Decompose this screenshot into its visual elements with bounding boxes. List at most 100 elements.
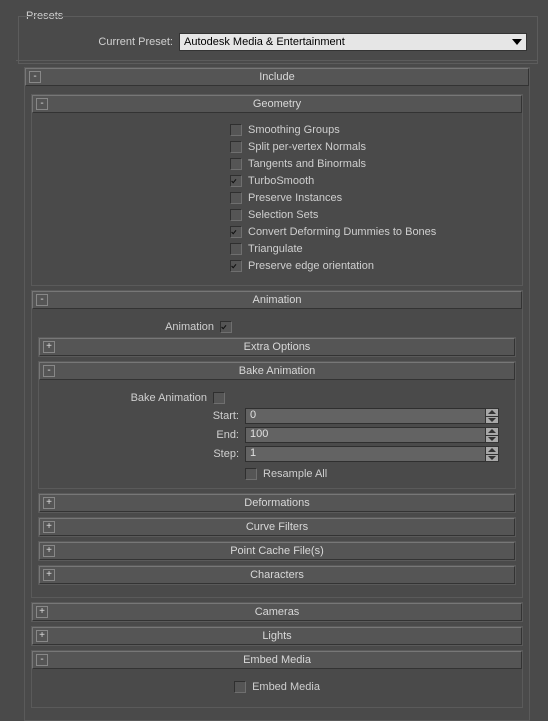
rollout-title-embed-media: Embed Media	[33, 654, 521, 666]
checkbox-icon	[245, 468, 257, 480]
option-label: Preserve edge orientation	[248, 260, 374, 272]
bake-end-field[interactable]: 100	[245, 427, 499, 443]
bake-start-field[interactable]: 0	[245, 408, 499, 424]
rollout-characters: + Characters	[38, 565, 516, 585]
spinner-up-icon[interactable]	[485, 427, 499, 436]
expand-toggle-geometry[interactable]: -	[36, 98, 48, 110]
rollout-title-lights: Lights	[33, 630, 521, 642]
bake-end-label: End:	[45, 429, 245, 441]
expand-toggle-point-cache[interactable]: +	[43, 545, 55, 557]
rollout-header-lights[interactable]: + Lights	[32, 627, 522, 645]
expand-toggle-include[interactable]: -	[29, 71, 41, 83]
rollout-header-cameras[interactable]: + Cameras	[32, 603, 522, 621]
main-panel: - Include - Geometry Smoothing Groups S	[16, 60, 538, 710]
option-smoothing-groups[interactable]: Smoothing Groups	[38, 124, 516, 136]
rollout-header-characters[interactable]: + Characters	[39, 566, 515, 584]
rollout-animation: - Animation Animation + Extra Options	[31, 290, 523, 598]
rollout-cameras: + Cameras	[31, 602, 523, 622]
expand-toggle-embed-media[interactable]: -	[36, 654, 48, 666]
checkbox-icon	[220, 321, 232, 333]
spinner-up-icon[interactable]	[485, 408, 499, 417]
rollout-curve-filters: + Curve Filters	[38, 517, 516, 537]
expand-toggle-bake-animation[interactable]: -	[43, 365, 55, 377]
rollout-include: - Include - Geometry Smoothing Groups S	[24, 67, 530, 721]
option-convert-deforming-dummies[interactable]: Convert Deforming Dummies to Bones	[38, 226, 516, 238]
rollout-title-geometry: Geometry	[33, 98, 521, 110]
option-split-per-vertex-normals[interactable]: Split per-vertex Normals	[38, 141, 516, 153]
expand-toggle-characters[interactable]: +	[43, 569, 55, 581]
option-label: Selection Sets	[248, 209, 318, 221]
bake-end-input[interactable]: 100	[245, 427, 485, 443]
checkbox-icon	[230, 158, 242, 170]
rollout-lights: + Lights	[31, 626, 523, 646]
rollout-title-animation: Animation	[33, 294, 521, 306]
checkbox-icon	[230, 124, 242, 136]
dropdown-caret-icon	[510, 36, 524, 48]
rollout-header-include[interactable]: - Include	[25, 68, 529, 86]
rollout-header-bake-animation[interactable]: - Bake Animation	[39, 362, 515, 380]
expand-toggle-extra-options[interactable]: +	[43, 341, 55, 353]
rollout-bake-animation: - Bake Animation Bake Animation Start:	[38, 361, 516, 489]
option-resample-all[interactable]: Resample All	[45, 468, 509, 480]
rollout-embed-media: - Embed Media Embed Media	[31, 650, 523, 708]
checkbox-icon	[230, 243, 242, 255]
bake-start-input[interactable]: 0	[245, 408, 485, 424]
option-turbosmooth[interactable]: TurboSmooth	[38, 175, 516, 187]
rollout-title-cameras: Cameras	[33, 606, 521, 618]
rollout-extra-options: + Extra Options	[38, 337, 516, 357]
rollout-header-animation[interactable]: - Animation	[32, 291, 522, 309]
checkbox-icon	[230, 175, 242, 187]
checkbox-icon	[230, 260, 242, 272]
rollout-header-deformations[interactable]: + Deformations	[39, 494, 515, 512]
spinner-down-icon[interactable]	[485, 436, 499, 444]
presets-group: Current Preset: Autodesk Media & Enterta…	[18, 16, 538, 64]
option-label: TurboSmooth	[248, 175, 314, 187]
option-preserve-edge-orientation[interactable]: Preserve edge orientation	[38, 260, 516, 272]
current-preset-dropdown[interactable]: Autodesk Media & Entertainment	[179, 33, 527, 51]
option-preserve-instances[interactable]: Preserve Instances	[38, 192, 516, 204]
expand-toggle-lights[interactable]: +	[36, 630, 48, 642]
rollout-point-cache: + Point Cache File(s)	[38, 541, 516, 561]
checkbox-icon	[230, 226, 242, 238]
animation-enable-label: Animation	[165, 321, 220, 333]
expand-toggle-animation[interactable]: -	[36, 294, 48, 306]
bake-step-row: Step: 1	[45, 446, 509, 462]
rollout-title-point-cache: Point Cache File(s)	[40, 545, 514, 557]
checkbox-icon	[230, 141, 242, 153]
checkbox-icon	[230, 209, 242, 221]
bake-start-label: Start:	[45, 410, 245, 422]
embed-media-label: Embed Media	[252, 681, 320, 693]
option-triangulate[interactable]: Triangulate	[38, 243, 516, 255]
option-label: Tangents and Binormals	[248, 158, 366, 170]
spinner-down-icon[interactable]	[485, 417, 499, 425]
current-preset-label: Current Preset:	[29, 36, 179, 48]
bake-step-label: Step:	[45, 448, 245, 460]
expand-toggle-cameras[interactable]: +	[36, 606, 48, 618]
rollout-geometry: - Geometry Smoothing Groups Split per-ve…	[31, 94, 523, 286]
option-label: Split per-vertex Normals	[248, 141, 366, 153]
option-animation-enable[interactable]: Animation	[38, 321, 516, 333]
rollout-header-extra-options[interactable]: + Extra Options	[39, 338, 515, 356]
expand-toggle-deformations[interactable]: +	[43, 497, 55, 509]
bake-end-row: End: 100	[45, 427, 509, 443]
rollout-title-extra-options: Extra Options	[40, 341, 514, 353]
bake-step-field[interactable]: 1	[245, 446, 499, 462]
spinner-up-icon[interactable]	[485, 446, 499, 455]
rollout-header-curve-filters[interactable]: + Curve Filters	[39, 518, 515, 536]
option-embed-media[interactable]: Embed Media	[38, 675, 516, 699]
option-label: Triangulate	[248, 243, 303, 255]
checkbox-icon	[234, 681, 246, 693]
option-tangents-binormals[interactable]: Tangents and Binormals	[38, 158, 516, 170]
rollout-header-embed-media[interactable]: - Embed Media	[32, 651, 522, 669]
rollout-title-curve-filters: Curve Filters	[40, 521, 514, 533]
spinner-down-icon[interactable]	[485, 455, 499, 463]
resample-all-label: Resample All	[263, 468, 327, 480]
expand-toggle-curve-filters[interactable]: +	[43, 521, 55, 533]
option-selection-sets[interactable]: Selection Sets	[38, 209, 516, 221]
rollout-header-geometry[interactable]: - Geometry	[32, 95, 522, 113]
rollout-header-point-cache[interactable]: + Point Cache File(s)	[39, 542, 515, 560]
bake-animation-enable-label: Bake Animation	[131, 392, 213, 404]
option-bake-animation-enable[interactable]: Bake Animation	[45, 392, 509, 404]
bake-step-input[interactable]: 1	[245, 446, 485, 462]
rollout-deformations: + Deformations	[38, 493, 516, 513]
